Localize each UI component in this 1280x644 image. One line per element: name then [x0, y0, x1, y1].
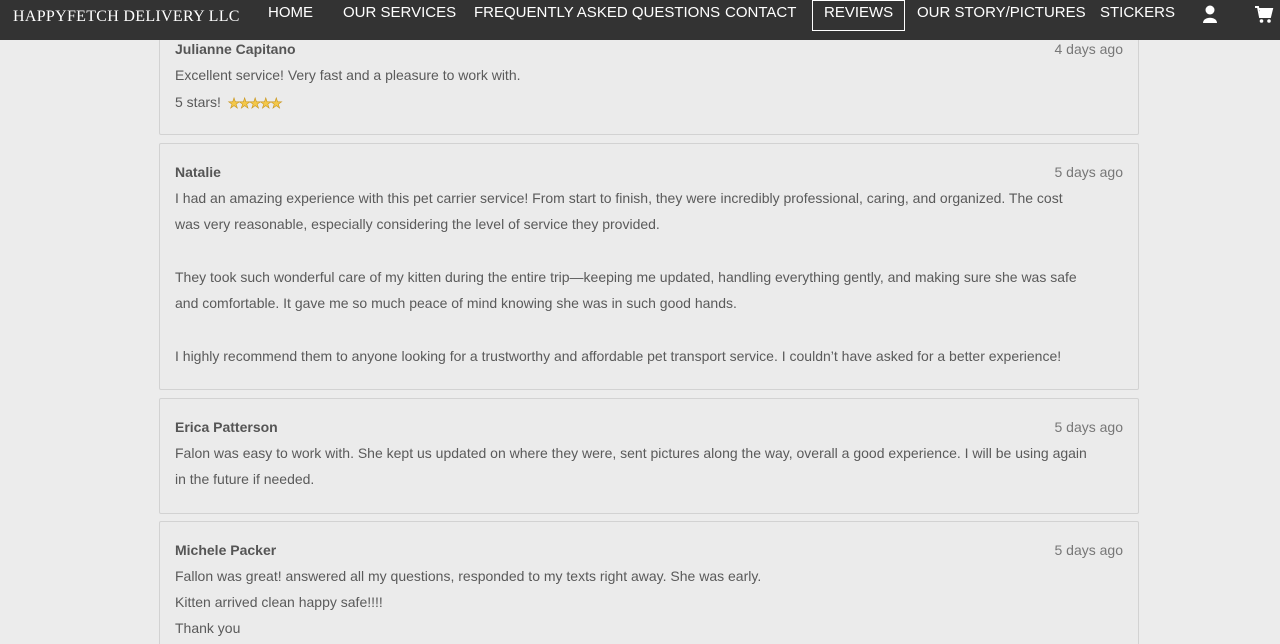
nav-faq[interactable]: FREQUENTLY ASKED QUESTIONS — [474, 4, 720, 21]
review-text: I highly recommend them to anyone lookin… — [175, 348, 1062, 364]
review-text: Falon was easy to work with. She kept us… — [175, 445, 1087, 461]
review-text: in the future if needed. — [175, 471, 315, 487]
nav-home[interactable]: HOME — [268, 4, 313, 21]
cart-icon[interactable] — [1254, 4, 1274, 24]
nav-stickers[interactable]: STICKERS — [1100, 4, 1175, 21]
user-icon[interactable] — [1202, 4, 1220, 24]
reviewer-name: Natalie — [175, 164, 221, 180]
review-text: Fallon was great! answered all my questi… — [175, 568, 762, 584]
review-date: 5 days ago — [1054, 164, 1124, 180]
review-text: They took such wonderful care of my kitt… — [175, 269, 1077, 285]
review-text: Thank you — [175, 620, 241, 636]
review-date: 5 days ago — [1054, 542, 1124, 558]
review-text: I had an amazing experience with this pe… — [175, 190, 1063, 206]
review-date: 5 days ago — [1054, 419, 1124, 435]
review-text: and comfortable. It gave me so much peac… — [175, 295, 737, 311]
reviewer-name: Michele Packer — [175, 542, 277, 558]
nav-our-services[interactable]: OUR SERVICES — [343, 4, 456, 21]
review-date: 4 days ago — [1054, 41, 1124, 57]
nav-our-story[interactable]: OUR STORY/PICTURES — [917, 4, 1086, 21]
review-rating-line: 5 stars! ★★★★★ — [175, 94, 1125, 112]
review-card: Erica Patterson 5 days ago Falon was eas… — [159, 398, 1139, 514]
review-text: Kitten arrived clean happy safe!!!! — [175, 594, 383, 610]
five-star-rating-icon: ★★★★★ — [227, 95, 282, 112]
brand-logo[interactable]: HAPPYFETCH DELIVERY LLC — [13, 8, 240, 26]
review-card: Michele Packer 5 days ago Fallon was gre… — [159, 521, 1139, 644]
reviewer-name: Erica Patterson — [175, 419, 278, 435]
review-text: 5 stars! — [175, 94, 221, 110]
review-text: Excellent service! Very fast and a pleas… — [175, 67, 521, 83]
top-navbar: HAPPYFETCH DELIVERY LLC HOME OUR SERVICE… — [0, 0, 1280, 40]
nav-reviews[interactable]: REVIEWS — [812, 0, 906, 31]
nav-contact[interactable]: CONTACT — [725, 4, 796, 21]
reviewer-name: Julianne Capitano — [175, 41, 296, 57]
review-card: Natalie 5 days ago I had an amazing expe… — [159, 143, 1139, 390]
review-text: was very reasonable, especially consider… — [175, 216, 660, 232]
